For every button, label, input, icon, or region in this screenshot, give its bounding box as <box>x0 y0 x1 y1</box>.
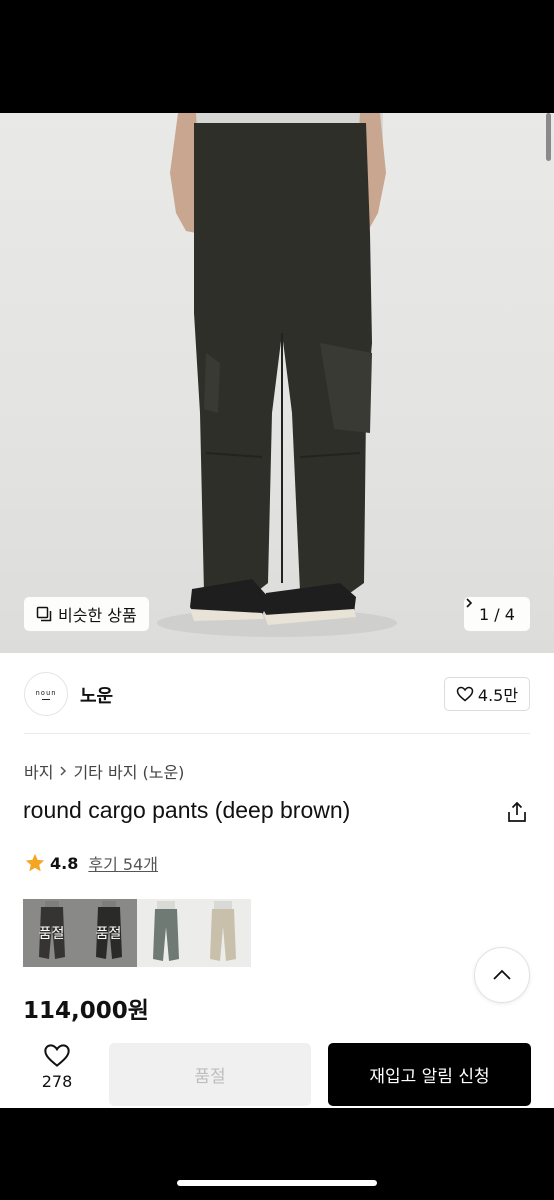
thumb-pants-image <box>153 901 179 961</box>
brand-logo-line <box>42 698 50 700</box>
similar-products-button[interactable]: 비슷한 상품 <box>24 597 149 631</box>
brand-like-button[interactable]: 4.5만 <box>444 677 530 711</box>
brand-row: noun 노운 4.5만 <box>0 653 554 733</box>
brand-logo[interactable]: noun <box>24 672 68 716</box>
chevron-right-icon <box>466 598 473 608</box>
thumb-pants-image <box>210 901 236 961</box>
breadcrumb-subcategory[interactable]: 기타 바지 (노운) <box>73 759 184 783</box>
rating-score: 4.8 <box>50 853 79 873</box>
screen: 비슷한 상품 1 / 4 noun 노운 4.5만 바지 기타 바지 (노운) … <box>0 0 554 1200</box>
breadcrumb: 바지 기타 바지 (노운) <box>24 759 184 783</box>
brand-logo-text: noun <box>35 688 57 697</box>
share-icon[interactable] <box>506 801 528 823</box>
wishlist-button[interactable]: 278 <box>34 1043 80 1091</box>
product-price: 114,000원 <box>23 998 149 1024</box>
chevron-right-icon <box>60 766 67 776</box>
star-icon <box>25 853 45 872</box>
restock-alert-button[interactable]: 재입고 알림 신청 <box>328 1043 531 1106</box>
color-option[interactable]: 품절 <box>80 899 137 967</box>
image-pager[interactable]: 1 / 4 <box>464 597 530 631</box>
color-option[interactable]: 품절 <box>23 899 80 967</box>
scroll-top-button[interactable] <box>474 947 530 1003</box>
color-option[interactable] <box>137 899 194 967</box>
product-page: 비슷한 상품 1 / 4 noun 노운 4.5만 바지 기타 바지 (노운) … <box>0 113 554 1108</box>
breadcrumb-category[interactable]: 바지 <box>24 759 53 783</box>
brand-like-count: 4.5만 <box>477 686 519 705</box>
color-option[interactable] <box>194 899 251 967</box>
pager-text: 1 / 4 <box>479 604 515 624</box>
similar-products-label: 비슷한 상품 <box>58 606 137 625</box>
divider <box>24 733 530 734</box>
review-link[interactable]: 후기 54개 <box>88 851 158 875</box>
product-title: round cargo pants (deep brown) <box>23 797 351 823</box>
product-photo <box>157 113 397 637</box>
rating: 4.8 후기 54개 <box>24 851 158 875</box>
color-options: 품절 품절 <box>23 899 251 967</box>
chevron-up-icon <box>493 969 511 980</box>
brand-name[interactable]: 노운 <box>80 682 113 708</box>
sold-out-button[interactable]: 품절 <box>109 1043 311 1106</box>
sold-out-badge: 품절 <box>80 899 137 967</box>
scrollbar[interactable] <box>546 113 551 161</box>
bottom-action-bar: 278 품절 재입고 알림 신청 <box>0 1031 554 1108</box>
heart-icon <box>456 686 474 702</box>
wishlist-count: 278 <box>41 1072 73 1091</box>
similar-icon <box>36 606 52 622</box>
sold-out-badge: 품절 <box>23 899 80 967</box>
home-indicator[interactable] <box>177 1180 377 1186</box>
heart-icon <box>44 1044 70 1067</box>
product-image-carousel[interactable]: 비슷한 상품 1 / 4 <box>0 113 554 653</box>
